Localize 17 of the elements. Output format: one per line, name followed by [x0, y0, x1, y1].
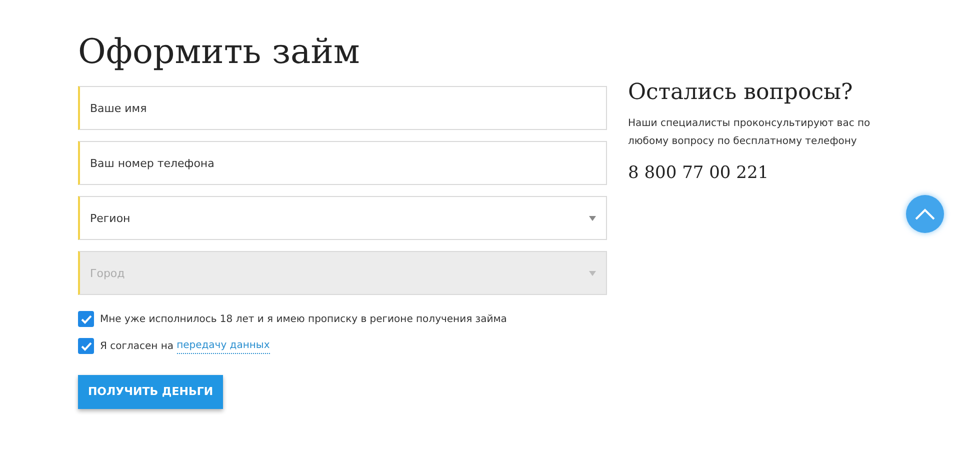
chevron-up-icon: [915, 208, 935, 220]
input-field[interactable]: Ваше имя: [78, 86, 607, 130]
dropdown-arrow-icon: [589, 216, 596, 221]
data-transfer-link[interactable]: передачу данных: [176, 338, 270, 354]
dropdown-arrow-icon: [589, 271, 596, 276]
checkbox[interactable]: [78, 338, 94, 354]
input-field[interactable]: Ваш номер телефона: [78, 141, 607, 185]
checkbox-label: Мне уже исполнилось 18 лет и я имею прописку в регионе получения займа: [100, 312, 507, 326]
scroll-up-button[interactable]: [906, 195, 944, 233]
page-title: Оформить займ: [78, 31, 360, 74]
checkbox[interactable]: [78, 311, 94, 327]
sidebar-text: Наши специалисты проконсультируют вас по любому вопросу по бесплатному телефону: [628, 117, 872, 149]
select-field[interactable]: Регион: [78, 196, 607, 240]
phone-number: 8 800 77 00 221: [628, 162, 769, 185]
sidebar-heading: Остались вопросы?: [628, 79, 853, 107]
checkbox-label: Я согласен на: [100, 340, 174, 354]
submit-button[interactable]: ПОЛУЧИТЬ ДЕНЬГИ: [78, 375, 223, 409]
